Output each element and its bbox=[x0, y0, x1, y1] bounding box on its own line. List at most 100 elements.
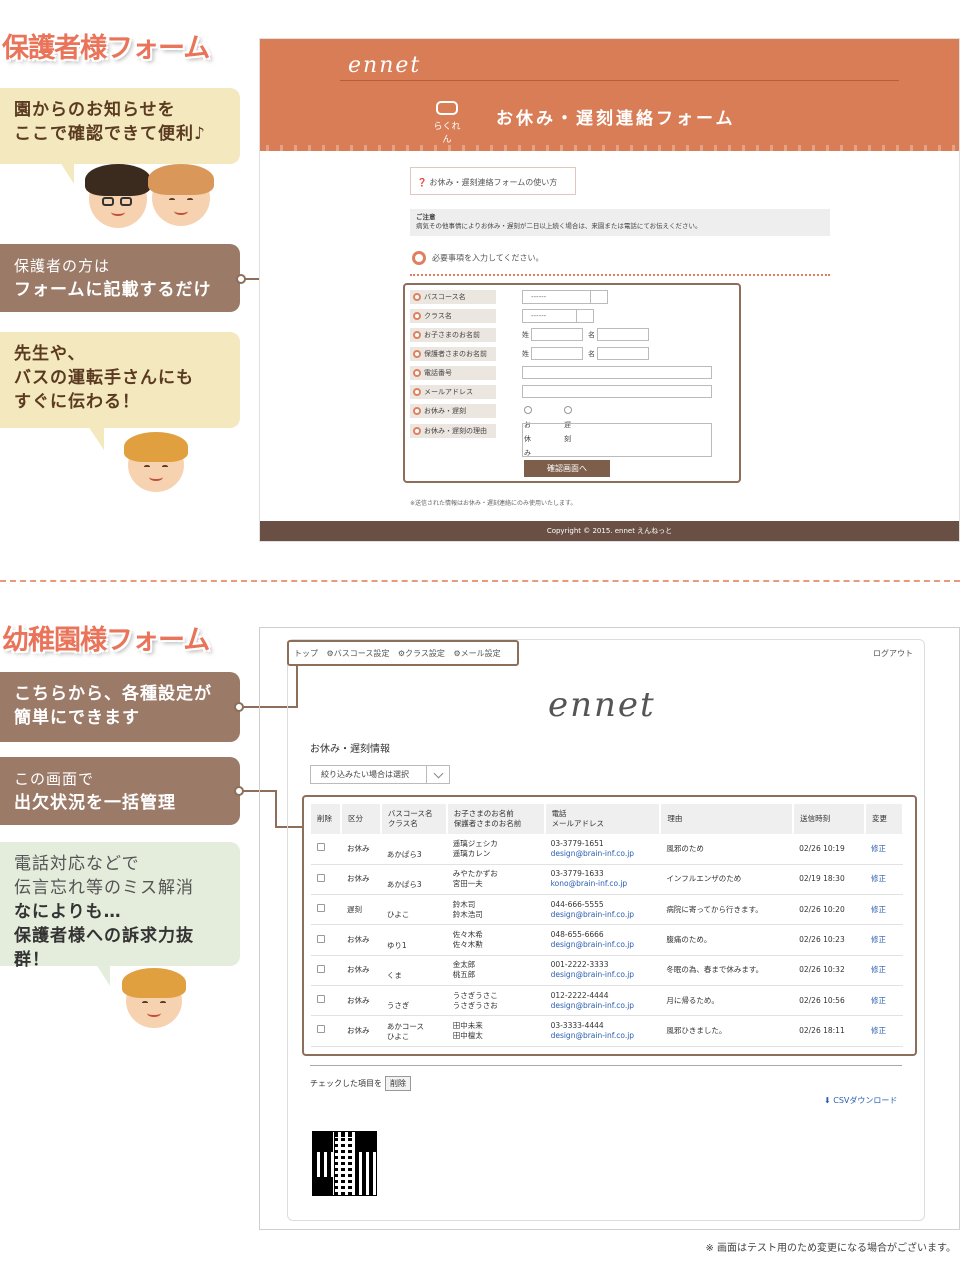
cell-email[interactable]: design@brain-inf.co.jp bbox=[551, 1001, 635, 1010]
page-title: お休み・遅刻情報 bbox=[310, 744, 390, 755]
bubble-line: 電話対応などで bbox=[14, 854, 140, 874]
ennet-logo: ennet bbox=[348, 53, 422, 78]
edit-link[interactable]: 修正 bbox=[865, 1015, 903, 1047]
cell-class: ゆり1 bbox=[386, 940, 407, 950]
cell-phone: 03-3333-4444 bbox=[550, 1020, 604, 1030]
table-row: お休み あかぱら3 みやたかずお 宮田一夫 03-3779-1633 kono@brain… bbox=[311, 864, 903, 896]
bubble-settings: こちらから、各種設定が 簡単にできます bbox=[0, 672, 240, 742]
cell-class: ひよこ bbox=[386, 910, 410, 920]
form-highlight-frame bbox=[403, 283, 741, 483]
row-checkbox[interactable] bbox=[317, 934, 325, 943]
rakuren-logo: らくれん bbox=[432, 101, 462, 145]
cell-bus-class: くま bbox=[380, 955, 447, 986]
bubble-form-only: 保護者の方は フォームに記載するだけ bbox=[0, 244, 240, 312]
table-row: 遅刻 ひよこ 鈴木司 鈴木浩司 044-666-5555 design@brain-inf… bbox=[311, 894, 903, 926]
cell-guardian: 宮田一夫 bbox=[452, 879, 483, 889]
notice-text: 病気その他事情によりお休み・遅刻が二日以上続く場合は、来園または電話にてお伝えく… bbox=[416, 222, 702, 230]
cell-type: お休み bbox=[340, 924, 381, 956]
cell-names: うさぎうさこ うさぎうさお bbox=[446, 985, 545, 1017]
edit-link[interactable]: 修正 bbox=[865, 924, 903, 956]
cell-email[interactable]: design@brain-inf.co.jp bbox=[551, 1031, 635, 1040]
edit-link[interactable]: 修正 bbox=[865, 864, 903, 896]
col-bus: バスコース名 bbox=[387, 809, 433, 818]
row-checkbox[interactable] bbox=[317, 964, 325, 973]
qr-code-icon bbox=[312, 1131, 377, 1196]
cell-class: あかぱら3 bbox=[386, 849, 422, 859]
cell-reason: 腹痛のため。 bbox=[660, 924, 794, 956]
cell-sent: 02/26 10:56 bbox=[793, 985, 865, 1017]
bulk-label: チェックした項目を bbox=[310, 1079, 382, 1088]
cell-phone: 001-2222-3333 bbox=[550, 960, 609, 970]
chevron-down-icon bbox=[433, 768, 444, 779]
absence-table: 削除 区分 バスコース名 クラス名 お子さまのお名前 保護者さまのお名前 電話 … bbox=[311, 804, 904, 1047]
cell-guardian: 田中檀太 bbox=[452, 1030, 483, 1040]
howto-link[interactable]: ❓ お休み・遅刻連絡フォームの使い方 bbox=[410, 167, 576, 195]
edit-link[interactable]: 修正 bbox=[865, 985, 903, 1017]
row-checkbox[interactable] bbox=[317, 843, 325, 852]
table-row: お休み うさぎ うさぎうさこ うさぎうさお 012-2222-4444 design@br… bbox=[311, 985, 903, 1017]
col-guardian: 保護者さまのお名前 bbox=[453, 819, 522, 828]
row-checkbox[interactable] bbox=[317, 995, 325, 1004]
notice-title: ご注意 bbox=[416, 213, 436, 221]
cell-guardian: 鈴木浩司 bbox=[452, 909, 483, 919]
cell-class: くま bbox=[386, 970, 402, 980]
teacher-face-icon bbox=[124, 432, 188, 492]
cell-type: お休み bbox=[340, 834, 381, 865]
cell-child: みやたかずお bbox=[452, 869, 498, 879]
cell-bus-class: ひよこ bbox=[380, 894, 447, 926]
cell-contact: 001-2222-3333 design@brain-inf.co.jp bbox=[544, 955, 661, 986]
cell-class: ひよこ bbox=[386, 1031, 410, 1041]
bubble-line: この画面で bbox=[14, 770, 95, 788]
cell-reason: 冬眠の為、春まで休みます。 bbox=[660, 955, 794, 986]
teacher-face-icon bbox=[122, 968, 186, 1028]
cell-sent: 02/26 10:20 bbox=[793, 894, 865, 926]
cell-bus-class: ゆり1 bbox=[380, 924, 447, 956]
bubble-line: 出欠状況を一括管理 bbox=[14, 793, 176, 813]
row-checkbox-cell bbox=[311, 864, 341, 896]
cell-email[interactable]: design@brain-inf.co.jp bbox=[551, 849, 635, 858]
row-checkbox[interactable] bbox=[317, 873, 325, 882]
dotted-divider bbox=[410, 274, 830, 276]
row-checkbox-cell bbox=[311, 924, 341, 956]
cell-names: 金太郎 桃五郎 bbox=[446, 955, 545, 986]
bubble-benefits: 電話対応などで 伝言忘れ等のミス解消 なによりも… 保護者様への訴求力抜群！ bbox=[0, 842, 240, 970]
bubble-line: こちらから、各種設定が bbox=[14, 684, 212, 704]
cell-names: みやたかずお 宮田一夫 bbox=[446, 864, 545, 896]
cell-email[interactable]: design@brain-inf.co.jp bbox=[551, 910, 635, 919]
rakuren-caption: らくれん bbox=[433, 122, 461, 145]
filter-select[interactable]: 絞り込みたい場合は選択 bbox=[310, 765, 450, 784]
csv-download-link[interactable]: ⬇ CSVダウンロード bbox=[824, 1095, 897, 1106]
ennet-logo: ennet bbox=[548, 685, 656, 725]
bulk-delete-button[interactable]: 削除 bbox=[385, 1076, 411, 1091]
cell-sent: 02/26 10:23 bbox=[793, 924, 865, 956]
cell-class: あかぱら3 bbox=[386, 880, 422, 890]
filter-placeholder: 絞り込みたい場合は選択 bbox=[321, 770, 409, 779]
bubble-line: 簡単にできます bbox=[14, 708, 140, 728]
col-email: メールアドレス bbox=[551, 819, 605, 828]
bubble-line: なによりも… bbox=[14, 902, 122, 922]
cell-type: お休み bbox=[340, 864, 381, 896]
cell-bus-class: うさぎ bbox=[380, 985, 447, 1017]
section-title-parent: 保護者様フォーム bbox=[2, 33, 210, 64]
col-contact: 電話 メールアドレス bbox=[544, 804, 662, 834]
cell-contact: 03-3779-1651 design@brain-inf.co.jp bbox=[544, 834, 661, 865]
cell-email[interactable]: kono@brain-inf.co.jp bbox=[551, 879, 628, 888]
cell-email[interactable]: design@brain-inf.co.jp bbox=[551, 940, 635, 949]
form-title: お休み・遅刻連絡フォーム bbox=[496, 109, 736, 129]
bubble-notice: 園からのお知らせを ここで確認できて便利♪ bbox=[0, 88, 240, 164]
cell-names: 佐々木希 佐々木勲 bbox=[446, 924, 545, 956]
row-checkbox[interactable] bbox=[317, 1025, 325, 1034]
edit-link[interactable]: 修正 bbox=[865, 894, 903, 926]
row-checkbox[interactable] bbox=[317, 904, 325, 913]
cell-guardian: 遥璃カレン bbox=[452, 848, 491, 858]
edit-link[interactable]: 修正 bbox=[865, 834, 903, 865]
cell-type: お休み bbox=[340, 955, 381, 986]
form-footer: Copyright © 2015. ennet えんねっと bbox=[260, 521, 959, 541]
cell-email[interactable]: design@brain-inf.co.jp bbox=[551, 970, 635, 979]
nav-highlight-frame bbox=[287, 640, 519, 666]
row-checkbox-cell bbox=[311, 894, 341, 926]
table-row: お休み あかコース ひよこ 田中未来 田中檀太 03-3333-4444 design@br… bbox=[311, 1015, 903, 1047]
logout-link[interactable]: ログアウト bbox=[873, 648, 913, 659]
cell-child: 佐々木希 bbox=[452, 930, 483, 940]
edit-link[interactable]: 修正 bbox=[865, 955, 903, 986]
